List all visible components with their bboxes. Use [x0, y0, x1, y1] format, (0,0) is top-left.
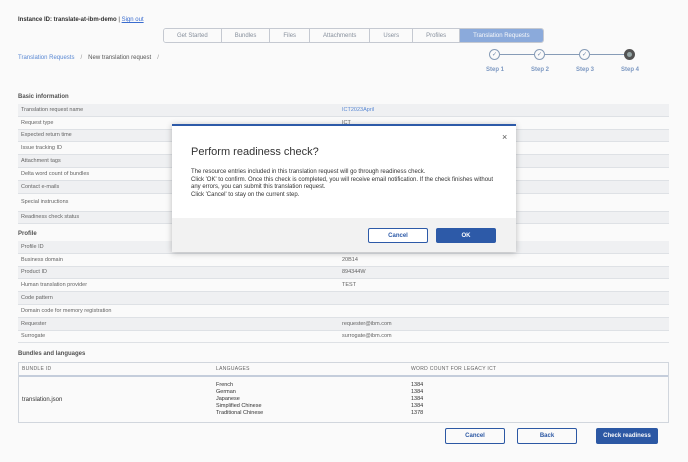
dialog-message: The resource entries included in this tr…: [191, 169, 496, 199]
dialog-content: × Perform readiness check? The resource …: [172, 126, 516, 218]
dialog-message-line: The resource entries included in this tr…: [191, 169, 426, 175]
dialog-message-line: Click 'Cancel' to stay on the current st…: [191, 191, 300, 198]
dialog-message-line: Click 'OK' to confirm. Once this check i…: [191, 176, 494, 191]
readiness-check-dialog: × Perform readiness check? The resource …: [172, 124, 516, 252]
close-icon[interactable]: ×: [502, 132, 507, 142]
dialog-ok-button[interactable]: OK: [436, 228, 496, 243]
dialog-title: Perform readiness check?: [191, 146, 319, 158]
dialog-cancel-button[interactable]: Cancel: [368, 228, 428, 243]
